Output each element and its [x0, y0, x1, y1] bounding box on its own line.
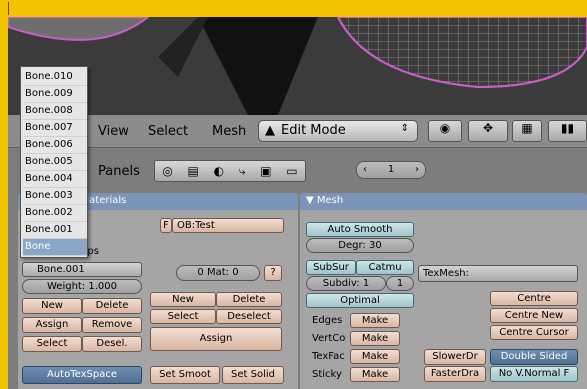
subdiv-value: Subdiv: 1 [322, 278, 370, 289]
optimal-toggle[interactable]: Optimal [306, 293, 414, 308]
chevron-updown-icon: ⇕ [400, 123, 409, 134]
layer-buttons[interactable]: ▮▮ [548, 120, 587, 142]
centre-button[interactable]: Centre [490, 291, 578, 306]
mat-deselect-button[interactable]: Deselect [216, 309, 282, 324]
material-counter[interactable]: 0 Mat: 0 [176, 265, 260, 281]
edit-mode-icon: ▲ [265, 123, 275, 138]
select-menu[interactable]: Select [148, 124, 188, 139]
vg-new-button[interactable]: New [22, 298, 82, 314]
texfac-label: TexFac [312, 351, 345, 362]
weight-slider[interactable]: Weight: 1.000 [22, 279, 142, 294]
mode-label: Edit Mode [281, 123, 346, 138]
mat-select-button[interactable]: Select [150, 309, 216, 324]
context-icons[interactable]: ◎ ▤ ◐ ⤷ ▣ ▭ [154, 160, 306, 182]
vg-remove-button[interactable]: Remove [82, 317, 142, 333]
catmull-selector[interactable]: Catmu [356, 260, 414, 275]
texfac-make-button[interactable]: Make [350, 349, 400, 364]
shading-icon[interactable]: ◐ [214, 164, 224, 178]
weight-value: Weight: 1.000 [46, 281, 117, 292]
vertex-group-field[interactable]: Bone.001 [22, 262, 142, 277]
texmesh-field[interactable]: TexMesh: [418, 265, 578, 282]
mat-assign-button[interactable]: Assign [150, 327, 282, 351]
set-solid-button[interactable]: Set Solid [222, 366, 284, 384]
slower-draw-button[interactable]: SlowerDr [424, 349, 486, 365]
autotexspace-toggle[interactable]: AutoTexSpace [22, 366, 142, 384]
centre-new-button[interactable]: Centre New [490, 308, 578, 323]
mesh-render [8, 17, 587, 115]
vg-assign-button[interactable]: Assign [22, 317, 82, 333]
pivot-icon: ✥ [482, 121, 494, 135]
mesh-panel-title: Mesh [316, 195, 344, 206]
bone-menu-item-selected[interactable]: Bone [23, 239, 87, 256]
object-icon[interactable]: ⤷ [239, 164, 246, 179]
mat-delete-button[interactable]: Delete [216, 292, 282, 307]
vg-delete-button[interactable]: Delete [82, 298, 142, 314]
vg-deselect-button[interactable]: Desel. [82, 336, 142, 352]
3d-viewport[interactable] [8, 17, 587, 115]
subsurf-toggle[interactable]: SubSur [306, 260, 356, 275]
bone-menu-item[interactable]: Bone.003 [23, 188, 87, 205]
mesh-menu[interactable]: Mesh [212, 124, 246, 139]
bone-dropdown-menu[interactable]: Bone.010 Bone.009 Bone.008 Bone.007 Bone… [20, 66, 88, 258]
subdiv-render-field[interactable]: 1 [386, 276, 414, 291]
bone-menu-item[interactable]: Bone.002 [23, 205, 87, 222]
double-sided-toggle[interactable]: Double Sided [490, 349, 578, 365]
chevron-right-icon[interactable]: › [415, 162, 419, 178]
frame-counter[interactable]: ‹ 1 › [356, 161, 426, 179]
subdiv-field[interactable]: Subdiv: 1 [306, 276, 386, 291]
bone-menu-item[interactable]: Bone.001 [23, 222, 87, 239]
vertco-make-button[interactable]: Make [350, 331, 400, 346]
edges-make-button[interactable]: Make [350, 313, 400, 328]
panels-menu[interactable]: Panels [98, 164, 140, 179]
layers-button[interactable]: ▦ [512, 120, 542, 142]
auto-smooth-toggle[interactable]: Auto Smooth [306, 222, 414, 237]
grid-icon: ▦ [521, 121, 533, 135]
logic-icon[interactable]: ◎ [162, 164, 172, 178]
mesh-panel-header[interactable]: ▼ Mesh [300, 193, 587, 210]
bone-menu-item[interactable]: Bone.009 [23, 86, 87, 103]
bone-menu-item[interactable]: Bone.007 [23, 120, 87, 137]
script-icon[interactable]: ▤ [188, 164, 199, 178]
view-menu[interactable]: View [98, 124, 129, 139]
edges-label: Edges [312, 315, 343, 326]
shading-selector[interactable]: ◉ [428, 120, 462, 142]
layer-icon: ▮▮ [560, 121, 575, 135]
centre-cursor-button[interactable]: Centre Cursor [490, 325, 578, 340]
pivot-selector[interactable]: ✥ [468, 120, 508, 142]
mat-new-button[interactable]: New [150, 292, 216, 307]
vg-select-button[interactable]: Select [22, 336, 82, 352]
scene-icon[interactable]: ▭ [286, 164, 297, 178]
subdiv-render-value: 1 [396, 278, 404, 289]
faster-draw-button[interactable]: FasterDra [424, 366, 486, 382]
editing-icon[interactable]: ▣ [260, 164, 271, 178]
sticky-label: Sticky [312, 369, 342, 380]
set-smooth-button[interactable]: Set Smoot [150, 366, 220, 384]
left-frame-bar [0, 0, 8, 389]
top-frame-bar [0, 0, 587, 17]
ob-field[interactable]: OB:Test [172, 218, 284, 233]
degr-value: Degr: 30 [338, 240, 382, 251]
bone-menu-item[interactable]: Bone.010 [23, 69, 87, 86]
bone-menu-item[interactable]: Bone.004 [23, 171, 87, 188]
material-question-button[interactable]: ? [264, 265, 282, 281]
degr-field[interactable]: Degr: 30 [306, 238, 414, 253]
material-counter-value: 0 Mat: 0 [197, 267, 239, 278]
no-v-normal-flip-toggle[interactable]: No V.Normal F [490, 366, 578, 382]
vertco-label: VertCo [312, 333, 346, 344]
chevron-left-icon[interactable]: ‹ [363, 162, 367, 178]
bone-menu-item[interactable]: Bone.006 [23, 137, 87, 154]
sticky-make-button[interactable]: Make [350, 367, 400, 382]
mode-selector[interactable]: ▲ Edit Mode ⇕ [258, 120, 418, 142]
f-toggle[interactable]: F [160, 218, 172, 233]
collapse-icon[interactable]: ▼ [306, 195, 317, 206]
frame-number: 1 [387, 164, 395, 175]
sphere-icon: ◉ [439, 121, 451, 135]
bone-menu-item[interactable]: Bone.008 [23, 103, 87, 120]
bone-menu-item[interactable]: Bone.005 [23, 154, 87, 171]
